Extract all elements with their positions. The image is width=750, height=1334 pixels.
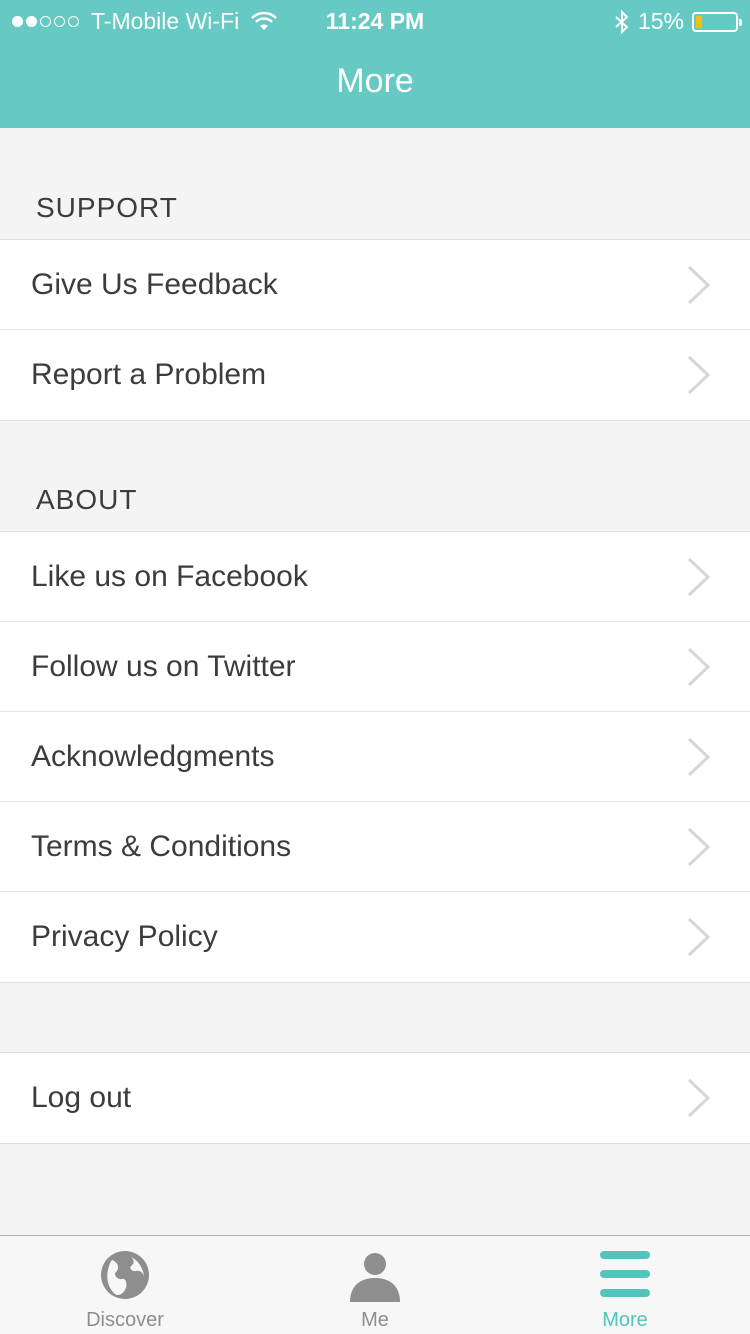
chevron-right-icon bbox=[687, 1078, 711, 1118]
tab-discover[interactable]: Discover bbox=[0, 1236, 250, 1334]
chevron-right-icon bbox=[687, 647, 711, 687]
menu-item-label: Privacy Policy bbox=[31, 920, 218, 953]
chevron-right-icon bbox=[687, 355, 711, 395]
tab-bar: Discover Me More bbox=[0, 1235, 750, 1334]
logout-button[interactable]: Log out bbox=[0, 1053, 750, 1143]
logout-group: Log out bbox=[0, 1052, 750, 1144]
menu-item-label: Like us on Facebook bbox=[31, 559, 308, 593]
chevron-right-icon bbox=[687, 827, 711, 867]
about-group: Like us on Facebook Follow us on Twitter… bbox=[0, 531, 750, 983]
menu-item-acknowledgments[interactable]: Acknowledgments bbox=[0, 712, 750, 802]
battery-percent: 15% bbox=[637, 8, 684, 34]
status-bar: T-Mobile Wi-Fi 11:24 PM 15% bbox=[0, 0, 750, 40]
navigation-bar: T-Mobile Wi-Fi 11:24 PM 15% More bbox=[0, 0, 750, 128]
support-group: Give Us Feedback Report a Problem bbox=[0, 239, 750, 421]
tab-more[interactable]: More bbox=[500, 1236, 750, 1334]
menu-item-facebook[interactable]: Like us on Facebook bbox=[0, 532, 750, 622]
tab-me[interactable]: Me bbox=[250, 1236, 500, 1334]
menu-item-twitter[interactable]: Follow us on Twitter bbox=[0, 622, 750, 712]
menu-item-give-feedback[interactable]: Give Us Feedback bbox=[0, 240, 750, 330]
battery-icon bbox=[692, 11, 742, 32]
tab-label: Me bbox=[361, 1309, 389, 1331]
menu-item-terms[interactable]: Terms & Conditions bbox=[0, 802, 750, 892]
menu-icon bbox=[600, 1251, 650, 1297]
tab-label: More bbox=[602, 1309, 648, 1331]
menu-item-report-problem[interactable]: Report a Problem bbox=[0, 330, 750, 420]
bluetooth-icon bbox=[615, 9, 629, 34]
chevron-right-icon bbox=[687, 557, 711, 597]
person-icon bbox=[350, 1253, 400, 1302]
chevron-right-icon bbox=[687, 917, 711, 957]
section-header-support: SUPPORT bbox=[36, 192, 178, 223]
menu-item-label: Report a Problem bbox=[31, 358, 267, 391]
logout-label: Log out bbox=[31, 1081, 132, 1114]
menu-item-privacy[interactable]: Privacy Policy bbox=[0, 892, 750, 982]
section-header-about: ABOUT bbox=[36, 484, 138, 515]
page-title: More bbox=[336, 62, 414, 100]
menu-item-label: Terms & Conditions bbox=[31, 829, 292, 863]
chevron-right-icon bbox=[687, 265, 711, 305]
tab-label: Discover bbox=[86, 1309, 164, 1331]
menu-item-label: Follow us on Twitter bbox=[31, 649, 296, 683]
menu-item-label: Give Us Feedback bbox=[31, 267, 278, 301]
chevron-right-icon bbox=[687, 737, 711, 777]
globe-icon bbox=[101, 1251, 149, 1299]
menu-item-label: Acknowledgments bbox=[31, 739, 275, 773]
